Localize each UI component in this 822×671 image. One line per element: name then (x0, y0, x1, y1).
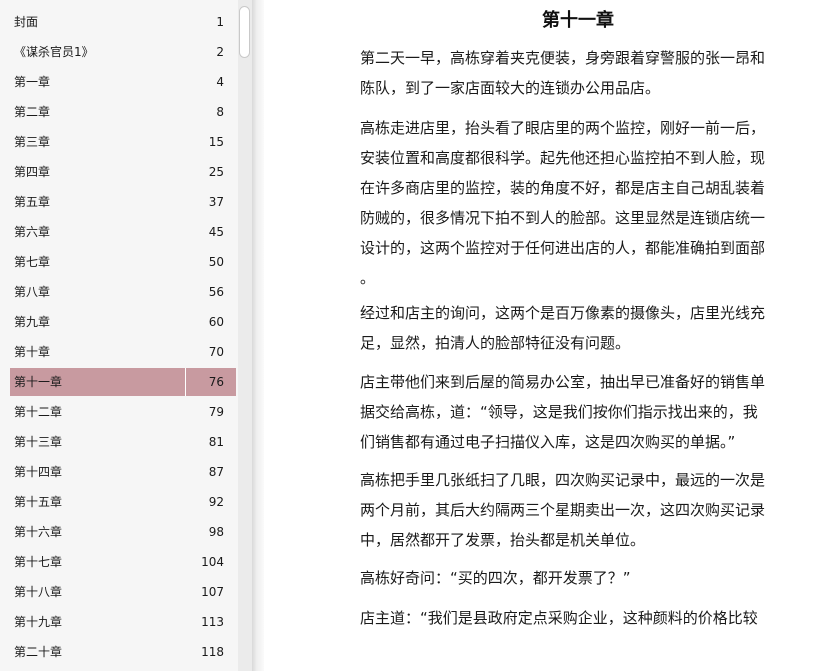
toc-item-page: 107 (201, 585, 224, 599)
toc-item-page: 37 (208, 195, 224, 209)
toc-item-title: 第十章 (14, 345, 51, 359)
toc-item-cover[interactable]: 封面 1 (10, 8, 236, 36)
toc-item-page: 87 (208, 465, 224, 479)
paragraph: 店主道：“我们是县政府定点采购企业，这种颜料的价格比较 (360, 609, 758, 627)
toc-item-chapter-10[interactable]: 第十章 70 (10, 338, 236, 366)
toc-item-title: 第三章 (14, 135, 51, 149)
toc-item-page: 70 (208, 345, 224, 359)
toc-item-chapter-4[interactable]: 第四章 25 (10, 158, 236, 186)
scrollbar-thumb[interactable] (239, 6, 250, 58)
toc-item-chapter-5[interactable]: 第五章 37 (10, 188, 236, 216)
toc-item-chapter-2[interactable]: 第二章 8 (10, 98, 236, 126)
paragraph: 第二天一早，高栋穿着夹克便装，身旁跟着穿警服的张一昂和 陈队，到了一家店面较大的… (360, 49, 766, 97)
paragraph: 高栋走进店里，抬头看了眼店里的两个监控，刚好一前一后， 安装位置和高度都很科学。… (360, 119, 766, 287)
toc-item-page: 2 (216, 45, 224, 59)
toc-item-chapter-1[interactable]: 第一章 4 (10, 68, 236, 96)
toc-item-title: 第二十章 (14, 645, 63, 659)
toc-item-title: 第十四章 (14, 465, 63, 479)
toc-item-title: 第二章 (14, 105, 51, 119)
chapter-title: 第十一章 (542, 10, 614, 31)
toc-item-page: 113 (201, 615, 224, 629)
toc-item-chapter-13[interactable]: 第十三章 81 (10, 428, 236, 456)
toc-item-page: 4 (216, 75, 224, 89)
toc-item-chapter-3[interactable]: 第三章 15 (10, 128, 236, 156)
toc-item-page: 92 (208, 495, 224, 509)
toc-item-page: 8 (216, 105, 224, 119)
toc-item-page: 25 (208, 165, 224, 179)
toc-item-title: 第一章 (14, 75, 51, 89)
toc-item-page: 118 (201, 645, 224, 659)
toc-item-page: 104 (201, 555, 224, 569)
toc-item-page: 81 (208, 435, 224, 449)
column-divider (185, 368, 186, 396)
reading-pane: 第十一章 第二天一早，高栋穿着夹克便装，身旁跟着穿警服的张一昂和 陈队，到了一家… (264, 0, 822, 671)
paragraph: 店主带他们来到后屋的简易办公室，抽出早已准备好的销售单 据交给高栋，道：“领导，… (360, 373, 766, 451)
toc-item-title: 第十六章 (14, 525, 63, 539)
toc-item-chapter-15[interactable]: 第十五章 92 (10, 488, 236, 516)
toc-item-chapter-6[interactable]: 第六章 45 (10, 218, 236, 246)
paragraph: 经过和店主的询问，这两个是百万像素的摄像头，店里光线充 足，显然，拍清人的脸部特… (360, 304, 766, 352)
toc-item-title: 第十五章 (14, 495, 63, 509)
toc-item-title: 第四章 (14, 165, 51, 179)
toc-item-chapter-16[interactable]: 第十六章 98 (10, 518, 236, 546)
toc-item-page: 45 (208, 225, 224, 239)
toc-item-page: 76 (208, 375, 224, 389)
toc-item-chapter-19[interactable]: 第十九章 113 (10, 608, 236, 636)
toc-panel: 封面 1 《谋杀官员1》 2 第一章 4 第二章 8 第三章 15 第四章 25… (0, 0, 238, 671)
toc-item-title: 第十一章 (14, 375, 63, 389)
toc-item-chapter-14[interactable]: 第十四章 87 (10, 458, 236, 486)
toc-item-page: 56 (208, 285, 224, 299)
toc-item-chapter-20[interactable]: 第二十章 118 (10, 638, 236, 666)
toc-item-page: 79 (208, 405, 224, 419)
toc-item-chapter-9[interactable]: 第九章 60 (10, 308, 236, 336)
toc-item-page: 1 (216, 15, 224, 29)
toc-item-title: 第十七章 (14, 555, 63, 569)
toc-item-page: 98 (208, 525, 224, 539)
toc-item-title: 第十二章 (14, 405, 63, 419)
toc-item-title: 第八章 (14, 285, 51, 299)
toc-scrollbar[interactable] (238, 0, 252, 671)
toc-item-title: 第六章 (14, 225, 51, 239)
toc-item-chapter-7[interactable]: 第七章 50 (10, 248, 236, 276)
toc-item-title: 第十九章 (14, 615, 63, 629)
toc-item-title: 《谋杀官员1》 (14, 45, 94, 59)
toc-item-chapter-12[interactable]: 第十二章 79 (10, 398, 236, 426)
toc-item-chapter-8[interactable]: 第八章 56 (10, 278, 236, 306)
toc-item-title: 第十八章 (14, 585, 63, 599)
toc-item-page: 50 (208, 255, 224, 269)
toc-item-title: 第十三章 (14, 435, 63, 449)
paragraph: 高栋把手里几张纸扫了几眼，四次购买记录中，最远的一次是 两个月前，其后大约隔两三… (360, 471, 766, 549)
pane-splitter[interactable] (252, 0, 264, 671)
toc-item-chapter-18[interactable]: 第十八章 107 (10, 578, 236, 606)
toc-item-title: 第五章 (14, 195, 51, 209)
toc-item-page: 15 (208, 135, 224, 149)
toc-item-title: 第九章 (14, 315, 51, 329)
toc-item-chapter-11-selected[interactable]: 第十一章 76 (10, 368, 236, 396)
toc-item-book-title[interactable]: 《谋杀官员1》 2 (10, 38, 236, 66)
toc-item-chapter-17[interactable]: 第十七章 104 (10, 548, 236, 576)
toc-item-title: 封面 (14, 15, 39, 29)
paragraph: 高栋好奇问：“买的四次，都开发票了？” (360, 569, 631, 587)
toc-item-title: 第七章 (14, 255, 51, 269)
toc-item-page: 60 (208, 315, 224, 329)
